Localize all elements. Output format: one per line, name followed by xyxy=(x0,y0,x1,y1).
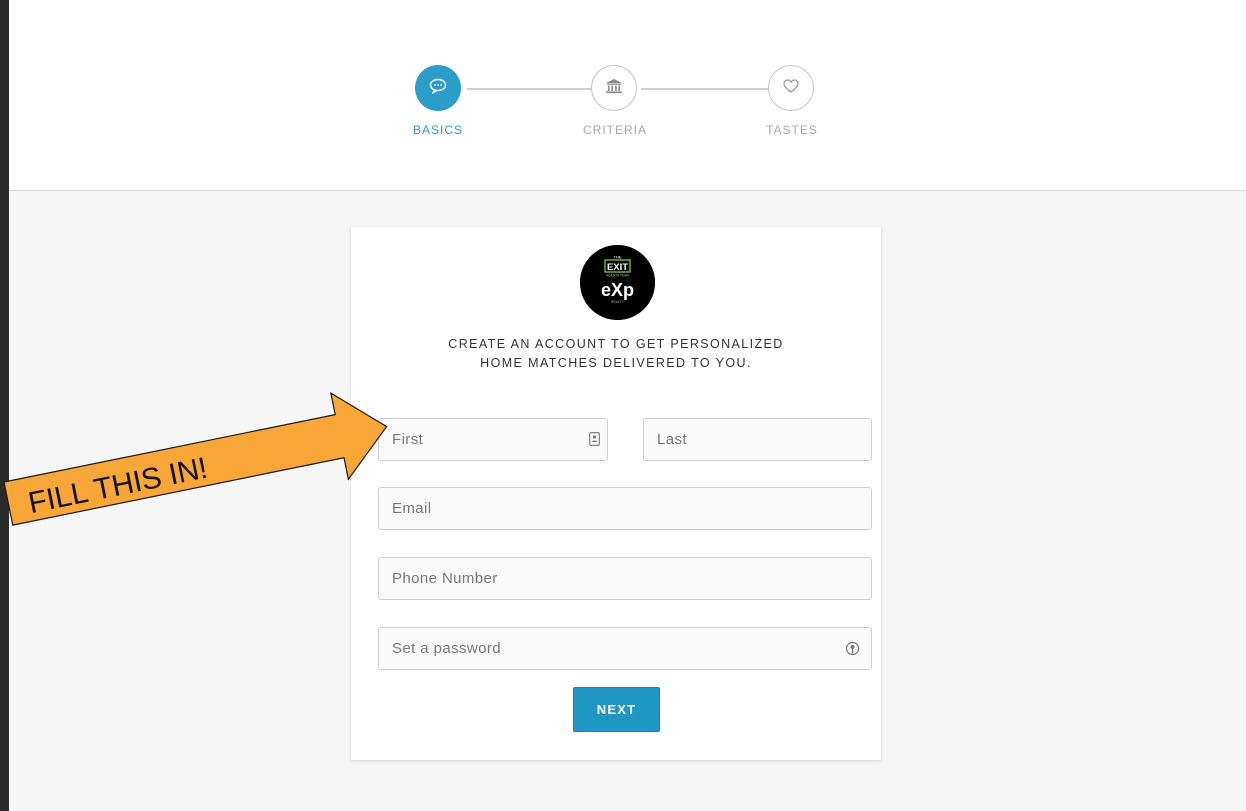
email-input[interactable] xyxy=(378,487,872,530)
progress-header: BASICS CRITERIA TASTES xyxy=(9,0,1246,191)
step-label-criteria: CRITERIA xyxy=(582,123,647,137)
contact-card-icon[interactable] xyxy=(588,432,600,446)
svg-text:AGENTS TEAM: AGENTS TEAM xyxy=(606,274,629,278)
step-label-tastes: TASTES xyxy=(766,123,818,137)
svg-text:REALTY: REALTY xyxy=(611,300,625,304)
last-name-input[interactable] xyxy=(643,418,872,461)
password-key-icon[interactable] xyxy=(845,641,860,656)
page-viewport: BASICS CRITERIA TASTES THE EXIT AGENTS T… xyxy=(9,0,1246,811)
heart-icon xyxy=(783,78,799,98)
intro-line-1: CREATE AN ACCOUNT TO GET PERSONALIZED xyxy=(448,337,784,351)
phone-input[interactable] xyxy=(378,557,872,600)
next-button[interactable]: NEXT xyxy=(573,687,660,732)
step-connector-1 xyxy=(467,88,591,90)
signup-card: THE EXIT AGENTS TEAM eXp REALTY CREATE A… xyxy=(351,227,881,760)
svg-text:eXp: eXp xyxy=(601,280,634,300)
step-criteria[interactable] xyxy=(591,65,637,111)
intro-text: CREATE AN ACCOUNT TO GET PERSONALIZED HO… xyxy=(351,335,881,373)
password-input[interactable] xyxy=(378,627,872,670)
svg-text:EXIT: EXIT xyxy=(607,262,628,273)
brand-logo: THE EXIT AGENTS TEAM eXp REALTY xyxy=(580,245,655,320)
step-basics[interactable] xyxy=(415,65,461,111)
intro-line-2: HOME MATCHES DELIVERED TO YOU. xyxy=(480,356,752,370)
left-edge-bar xyxy=(0,0,9,811)
first-name-input[interactable] xyxy=(378,418,608,461)
bank-icon xyxy=(605,78,623,99)
chat-bubble-icon xyxy=(429,78,447,99)
step-connector-2 xyxy=(641,88,768,90)
step-label-basics: BASICS xyxy=(412,123,463,137)
step-tastes[interactable] xyxy=(768,65,814,111)
svg-text:THE: THE xyxy=(614,255,622,260)
